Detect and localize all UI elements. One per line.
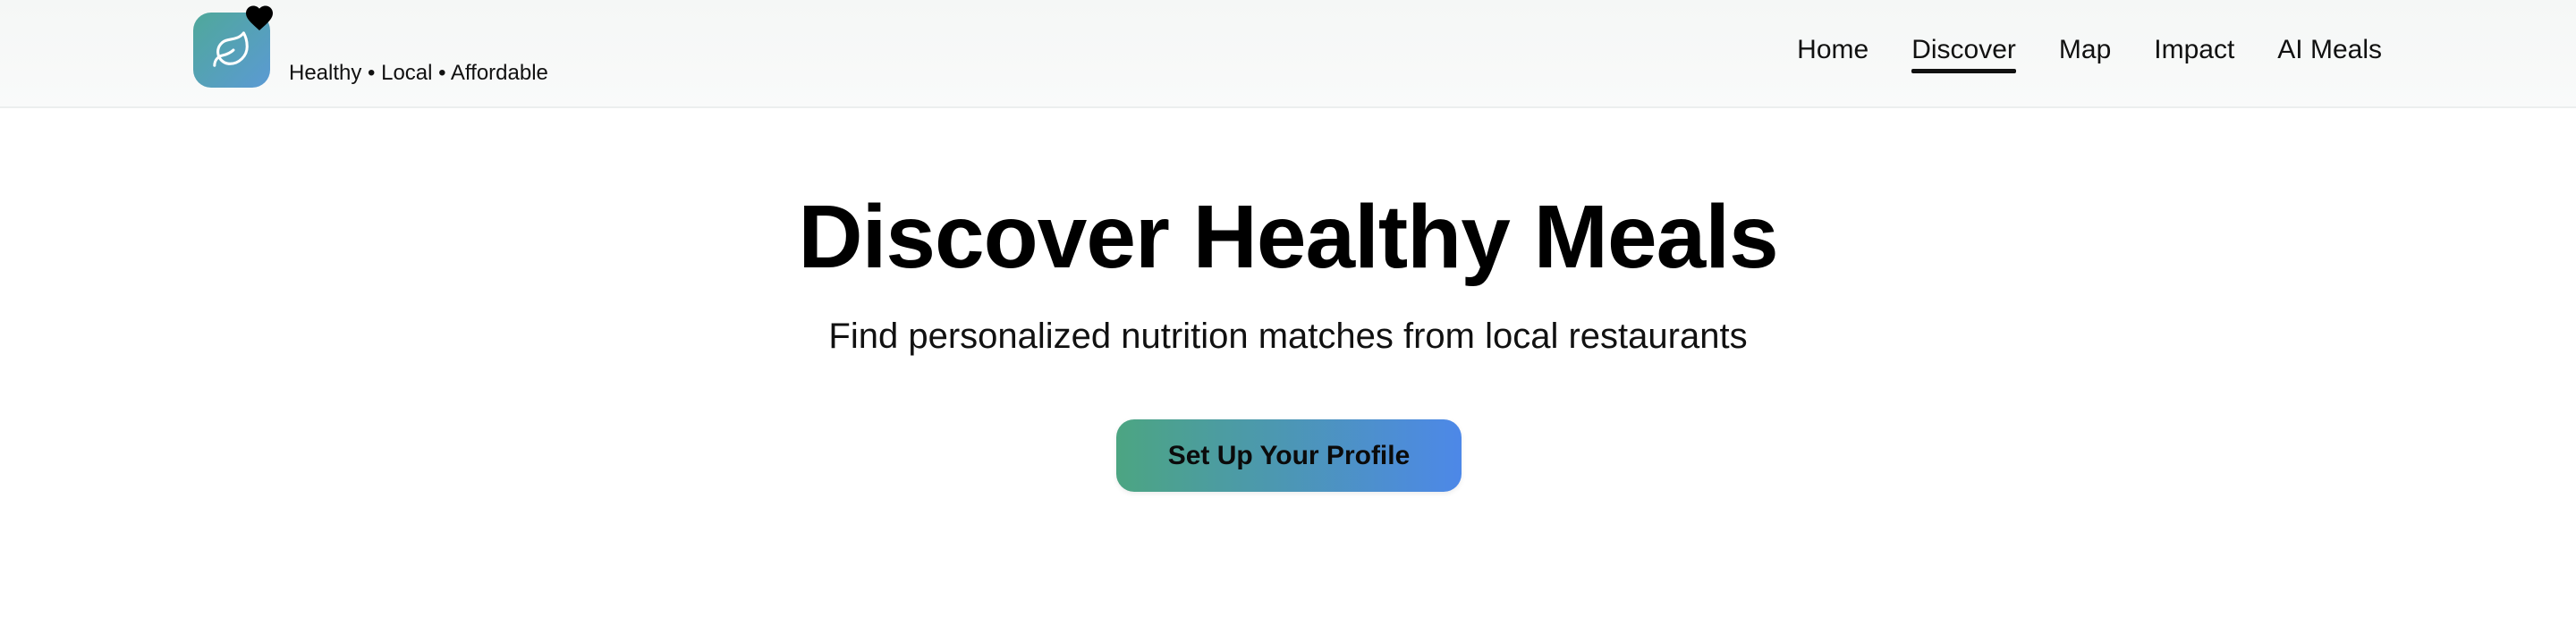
- nav-impact[interactable]: Impact: [2154, 32, 2234, 68]
- top-nav-bar: Healthy • Local • Affordable Home Discov…: [0, 0, 2576, 108]
- nav-discover[interactable]: Discover: [1911, 32, 2016, 73]
- page: Healthy • Local • Affordable Home Discov…: [0, 0, 2576, 617]
- main-nav: Home Discover Map Impact AI Meals: [1797, 32, 2382, 73]
- nav-home[interactable]: Home: [1797, 32, 1868, 68]
- set-up-profile-button[interactable]: Set Up Your Profile: [1116, 419, 1462, 492]
- nav-map[interactable]: Map: [2059, 32, 2111, 68]
- page-title: Discover Healthy Meals: [798, 187, 1778, 287]
- tagline: Healthy • Local • Affordable: [289, 61, 548, 85]
- page-subtitle: Find personalized nutrition matches from…: [828, 317, 1748, 356]
- heart-icon: [246, 5, 273, 31]
- leaf-icon: [213, 31, 249, 67]
- nav-ai-meals[interactable]: AI Meals: [2277, 32, 2382, 68]
